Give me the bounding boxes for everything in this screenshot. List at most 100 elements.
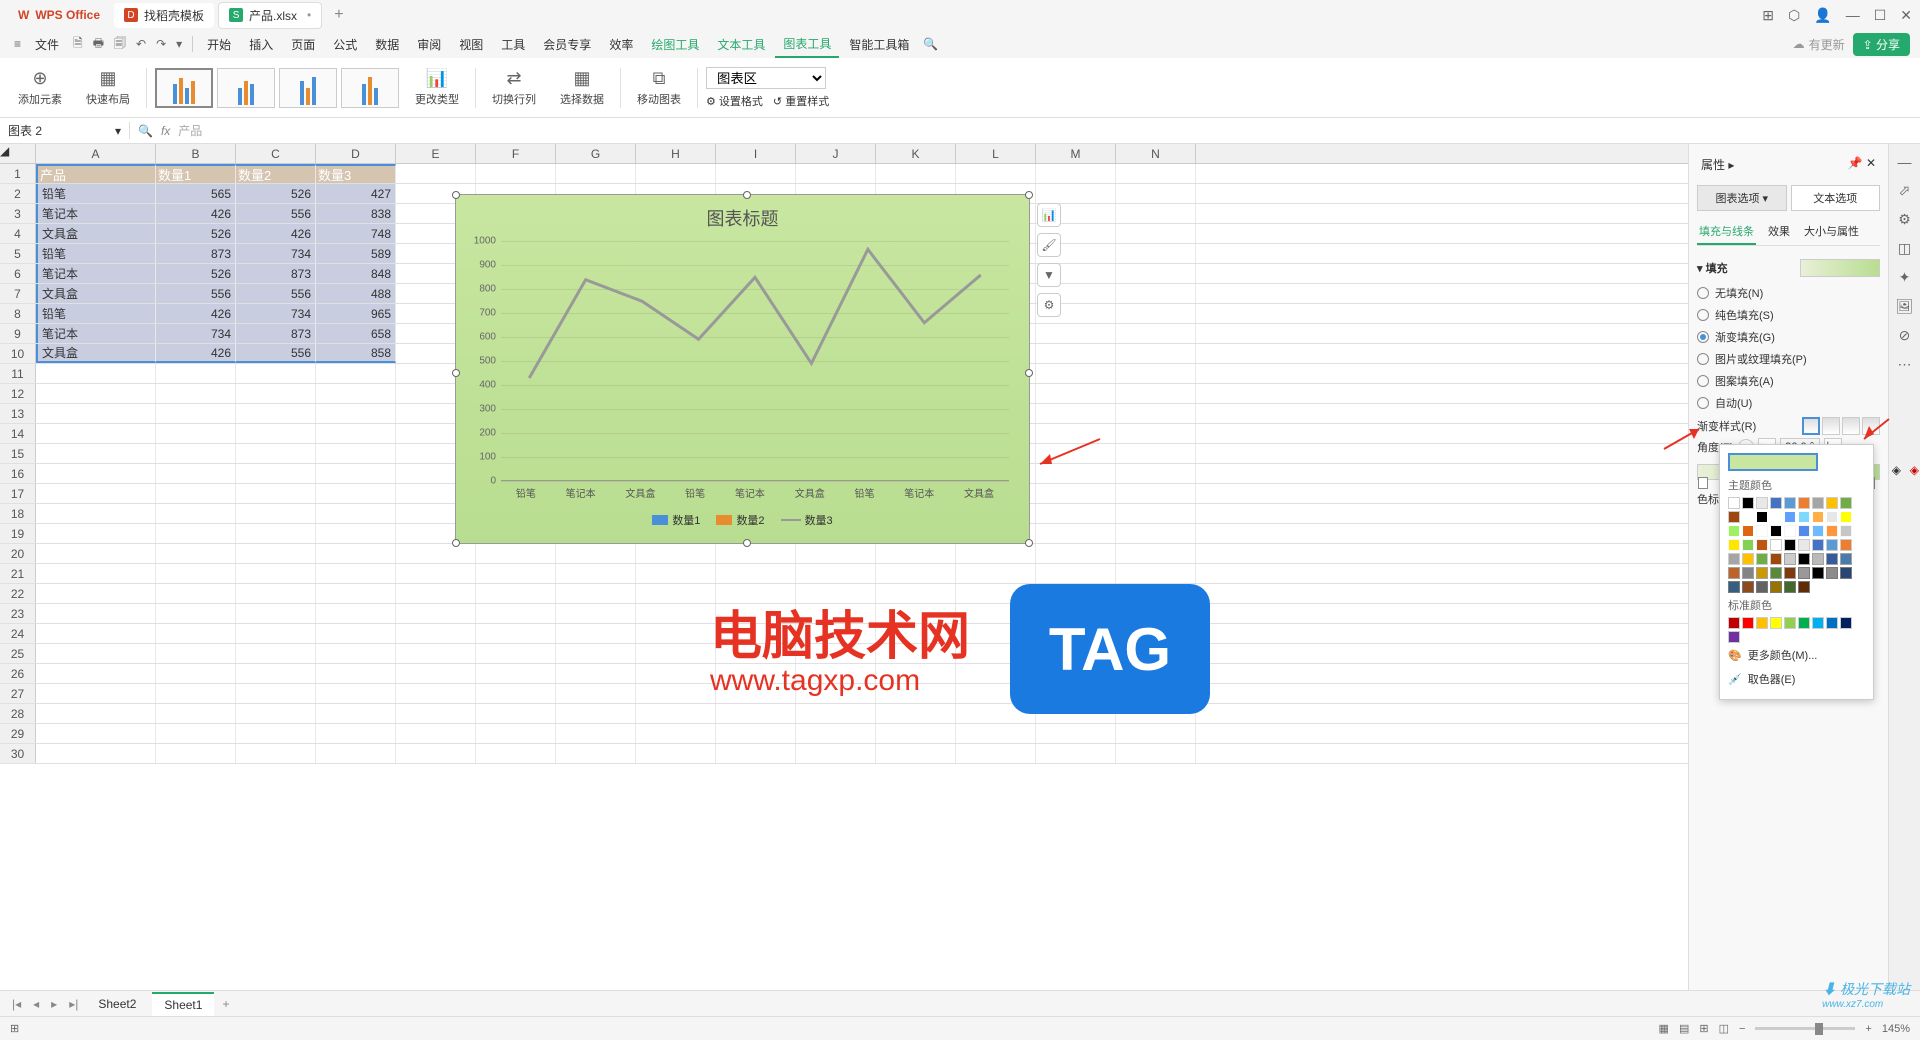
effect-tab[interactable]: 效果 xyxy=(1766,219,1792,245)
color-swatch[interactable] xyxy=(1784,553,1796,565)
resize-handle[interactable] xyxy=(743,191,751,199)
col-header-D[interactable]: D xyxy=(316,144,396,163)
cell[interactable] xyxy=(316,744,396,763)
sheet-last-icon[interactable]: ▸| xyxy=(65,997,82,1011)
tab-chart-tools[interactable]: 图表工具 xyxy=(775,31,839,58)
share-button[interactable]: ⇪ 分享 xyxy=(1853,33,1910,56)
cell[interactable]: 556 xyxy=(156,284,236,303)
legend-item-1[interactable]: 数量1 xyxy=(652,512,700,528)
color-swatch[interactable] xyxy=(1826,497,1838,509)
cell[interactable] xyxy=(156,504,236,523)
cell[interactable] xyxy=(636,564,716,583)
cell[interactable] xyxy=(1116,224,1196,243)
color-swatch[interactable] xyxy=(1798,617,1810,629)
cell[interactable] xyxy=(316,404,396,423)
avatar-icon[interactable]: 👤 xyxy=(1814,7,1831,24)
color-swatch[interactable] xyxy=(1840,553,1852,565)
tab-efficiency[interactable]: 效率 xyxy=(601,32,641,57)
color-swatch[interactable] xyxy=(1770,617,1782,629)
cell[interactable] xyxy=(156,484,236,503)
gradient-style-1[interactable] xyxy=(1802,417,1820,435)
cell[interactable] xyxy=(636,544,716,563)
color-swatch[interactable] xyxy=(1784,497,1796,509)
color-swatch[interactable] xyxy=(1728,497,1740,509)
color-swatch[interactable] xyxy=(1756,497,1768,509)
selected-color-swatch[interactable] xyxy=(1728,453,1818,471)
cell[interactable] xyxy=(316,644,396,663)
cell[interactable]: 文具盒 xyxy=(36,344,156,363)
cell[interactable]: 文具盒 xyxy=(36,284,156,303)
cell[interactable] xyxy=(556,584,636,603)
color-swatch[interactable] xyxy=(1742,525,1754,537)
cell[interactable] xyxy=(236,564,316,583)
sheet-first-icon[interactable]: |◂ xyxy=(8,997,25,1011)
cell[interactable] xyxy=(396,164,476,183)
cell[interactable] xyxy=(396,624,476,643)
cell[interactable] xyxy=(636,604,716,623)
color-swatch[interactable] xyxy=(1812,497,1824,509)
chart-style-1[interactable] xyxy=(155,68,213,108)
cell[interactable] xyxy=(796,564,876,583)
cell[interactable] xyxy=(156,564,236,583)
cell[interactable] xyxy=(796,544,876,563)
cell[interactable]: 数量1 xyxy=(156,164,236,183)
pattern-fill-radio[interactable]: 图案填充(A) xyxy=(1697,370,1880,392)
color-swatch[interactable] xyxy=(1742,511,1754,523)
cell[interactable]: 427 xyxy=(316,184,396,203)
cell[interactable]: 488 xyxy=(316,284,396,303)
color-swatch[interactable] xyxy=(1742,553,1754,565)
view-break-icon[interactable]: ⊞ xyxy=(1699,1022,1708,1035)
pin-icon[interactable]: 📌 xyxy=(1848,156,1863,170)
cell[interactable] xyxy=(156,744,236,763)
tab-member[interactable]: 会员专享 xyxy=(535,32,599,57)
cell[interactable]: 858 xyxy=(316,344,396,363)
cell[interactable]: 734 xyxy=(236,244,316,263)
cell[interactable]: 426 xyxy=(156,204,236,223)
cell[interactable] xyxy=(556,544,636,563)
cell[interactable] xyxy=(156,524,236,543)
cell[interactable] xyxy=(396,744,476,763)
chart-style-4[interactable] xyxy=(341,68,399,108)
color-swatch[interactable] xyxy=(1798,567,1810,579)
color-swatch[interactable] xyxy=(1728,617,1740,629)
cell[interactable] xyxy=(236,624,316,643)
cell[interactable]: 734 xyxy=(236,304,316,323)
tab-review[interactable]: 审阅 xyxy=(409,32,449,57)
color-swatch[interactable] xyxy=(1840,497,1852,509)
cell[interactable] xyxy=(636,164,716,183)
chart-elements-icon[interactable]: 📊 xyxy=(1037,203,1061,227)
color-swatch[interactable] xyxy=(1826,553,1838,565)
reset-style-button[interactable]: ↺ 重置样式 xyxy=(773,93,829,109)
color-swatch[interactable] xyxy=(1798,581,1810,593)
cell[interactable] xyxy=(636,684,716,703)
cell[interactable] xyxy=(636,584,716,603)
color-swatch[interactable] xyxy=(1826,539,1838,551)
color-swatch[interactable] xyxy=(1798,525,1810,537)
cell[interactable] xyxy=(796,724,876,743)
cell[interactable] xyxy=(316,444,396,463)
cell[interactable] xyxy=(1116,424,1196,443)
cell[interactable]: 873 xyxy=(236,324,316,343)
cell[interactable] xyxy=(1116,384,1196,403)
color-swatch[interactable] xyxy=(1742,617,1754,629)
cell[interactable] xyxy=(556,664,636,683)
spreadsheet-grid[interactable]: ◢ A B C D E F G H I J K L M N 1产品数量1数量2数… xyxy=(0,144,1688,990)
print-icon[interactable]: 🖶 xyxy=(89,32,108,57)
col-header-I[interactable]: I xyxy=(716,144,796,163)
cell[interactable] xyxy=(556,704,636,723)
image-icon[interactable]: 🖼 xyxy=(1896,298,1914,315)
fill-line-tab[interactable]: 填充与线条 xyxy=(1697,219,1756,245)
col-header-J[interactable]: J xyxy=(796,144,876,163)
file-tab[interactable]: S 产品.xlsx • xyxy=(218,2,322,29)
redo-icon[interactable]: ↷ xyxy=(152,35,170,53)
color-swatch[interactable] xyxy=(1728,539,1740,551)
cell[interactable] xyxy=(1036,724,1116,743)
col-header-B[interactable]: B xyxy=(156,144,236,163)
cell[interactable] xyxy=(156,584,236,603)
fill-section-title[interactable]: ▾ 填充 xyxy=(1697,260,1728,276)
cell[interactable] xyxy=(316,544,396,563)
zoom-in-icon[interactable]: + xyxy=(1865,1023,1871,1035)
color-swatch[interactable] xyxy=(1742,497,1754,509)
update-button[interactable]: ☁有更新 xyxy=(1793,36,1845,53)
cell[interactable] xyxy=(156,684,236,703)
